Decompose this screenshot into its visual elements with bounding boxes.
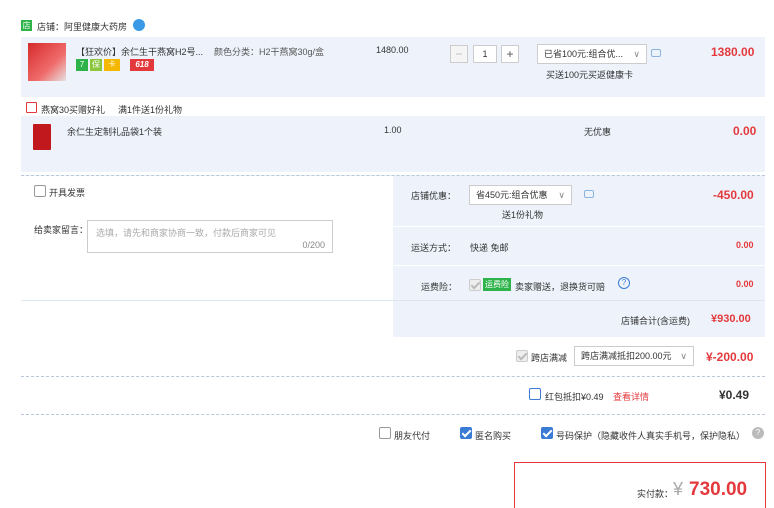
qty-input[interactable]: 1 bbox=[473, 45, 497, 63]
cross-store-checkbox bbox=[516, 350, 528, 362]
phone-protect-checkbox[interactable] bbox=[541, 427, 553, 439]
gift-bag-thumbnail[interactable] bbox=[33, 124, 51, 150]
gift-tag: 燕窝30买赠好礼 bbox=[41, 105, 106, 115]
insurance-label: 运费险： bbox=[421, 282, 458, 292]
618-badge: 618 bbox=[130, 59, 154, 71]
pay-box: 实付款： ¥ 730.00 bbox=[514, 462, 766, 508]
invoice-label: 开具发票 bbox=[49, 188, 86, 198]
store-name[interactable]: 店铺：阿里健康大药房 bbox=[37, 20, 127, 33]
item-promo-select[interactable]: 已省100元:组合优... ∨ bbox=[537, 44, 647, 64]
red-packet-row: 红包抵扣¥0.49 查看详情 ¥0.49 bbox=[21, 376, 765, 412]
store-icon: 店 bbox=[21, 20, 32, 31]
product-sku: 颜色分类：H2干燕窝30g/盒 bbox=[214, 47, 325, 57]
shop-discount-label: 店铺优惠： bbox=[411, 191, 457, 201]
cross-store-select[interactable]: 跨店满减抵扣200.00元 ∨ bbox=[574, 346, 694, 366]
shipping-value: 快递 免邮 bbox=[470, 243, 509, 253]
chevron-down-icon: ∨ bbox=[558, 190, 565, 200]
pay-label: 实付款： bbox=[637, 489, 674, 499]
item-total: 1380.00 bbox=[711, 45, 755, 59]
anonymous-label: 匿名购买 bbox=[475, 431, 512, 441]
shop-discount-amount: -450.00 bbox=[713, 188, 754, 202]
store-total-label: 店铺合计(含运费) bbox=[621, 316, 690, 326]
shipping-label: 运送方式： bbox=[411, 243, 457, 253]
options-row: 朋友代付 匿名购买 号码保护（隐藏收件人真实手机号，保护隐私） ? bbox=[21, 414, 765, 454]
message-input[interactable]: 选填，请先和商家协商一致，付款后商家可见 0/200 bbox=[87, 220, 333, 253]
pay-amount: 730.00 bbox=[689, 479, 748, 500]
promo-note: 买送100元买返健康卡 bbox=[546, 70, 634, 80]
item2-promo: 无优惠 bbox=[584, 127, 612, 137]
message-label: 给卖家留言： bbox=[34, 225, 89, 235]
seven-day-return-icon: 7 bbox=[76, 59, 88, 71]
insurance-text: 卖家赠送，退换货可赔 bbox=[515, 282, 606, 292]
red-packet-checkbox[interactable] bbox=[529, 388, 541, 400]
shop-discount-select[interactable]: 省450元:组合优惠 ∨ bbox=[469, 185, 572, 205]
friend-pay-label: 朋友代付 bbox=[394, 431, 431, 441]
gift-rule: 满1件送1份礼物 bbox=[118, 105, 183, 115]
insurance-checkbox bbox=[469, 279, 481, 291]
item2-title[interactable]: 余仁生定制礼品袋1个装 bbox=[67, 125, 162, 138]
item-row-1: 【狂欢价】余仁生干燕窝H2号... 颜色分类：H2干燕窝30g/盒 7 保 卡 … bbox=[21, 37, 765, 97]
message-counter: 0/200 bbox=[302, 240, 325, 250]
gift-icon bbox=[26, 102, 37, 113]
comment-icon[interactable] bbox=[584, 190, 594, 198]
cross-store-row: 跨店满减 跨店满减抵扣200.00元 ∨ ¥-200.00 bbox=[21, 342, 765, 372]
message-placeholder: 选填，请先和商家协商一致，付款后商家可见 bbox=[96, 228, 277, 238]
cross-store-amount: ¥-200.00 bbox=[706, 350, 754, 364]
card-icon: 卡 bbox=[104, 59, 120, 71]
red-packet-amount: ¥0.49 bbox=[719, 388, 750, 402]
insurance-amount: 0.00 bbox=[736, 279, 754, 289]
guarantee-icon: 保 bbox=[90, 59, 102, 71]
cross-store-label: 跨店满减 bbox=[531, 353, 568, 363]
anonymous-checkbox[interactable] bbox=[460, 427, 472, 439]
help-icon[interactable]: ? bbox=[752, 427, 764, 439]
chat-icon[interactable] bbox=[133, 19, 145, 31]
item2-price: 1.00 bbox=[384, 125, 402, 135]
order-details-panel: 开具发票 给卖家留言： 选填，请先和商家协商一致，付款后商家可见 0/200 店… bbox=[21, 175, 765, 338]
qty-minus-button[interactable]: − bbox=[450, 45, 468, 63]
pay-currency: ¥ bbox=[673, 479, 684, 499]
shop-discount-note: 送1份礼物 bbox=[502, 210, 544, 220]
friend-pay-checkbox[interactable] bbox=[379, 427, 391, 439]
qty-plus-button[interactable]: + bbox=[501, 45, 519, 63]
item-row-2: 余仁生定制礼品袋1个装 1.00 无优惠 0.00 bbox=[21, 116, 765, 172]
item2-total: 0.00 bbox=[733, 124, 757, 138]
right-area: 店铺优惠： 省450元:组合优惠 ∨ 送1份礼物 -450.00 运送方式： 快… bbox=[393, 176, 765, 300]
product-thumbnail[interactable] bbox=[28, 43, 66, 81]
comment-icon[interactable] bbox=[651, 49, 661, 57]
store-total-amount: ¥930.00 bbox=[711, 313, 751, 325]
invoice-checkbox[interactable] bbox=[34, 185, 46, 197]
chevron-down-icon: ∨ bbox=[680, 351, 687, 361]
phone-protect-label: 号码保护（隐藏收件人真实手机号，保护隐私） bbox=[556, 431, 746, 441]
red-packet-details-link[interactable]: 查看详情 bbox=[613, 390, 649, 403]
store-total-bar: 店铺合计(含运费) ¥930.00 bbox=[21, 300, 765, 338]
product-title[interactable]: 【狂欢价】余仁生干燕窝H2号... bbox=[76, 45, 203, 58]
help-icon[interactable]: ? bbox=[618, 277, 630, 289]
red-packet-label: 红包抵扣¥0.49 bbox=[545, 392, 604, 402]
insurance-badge: 运费险 bbox=[483, 278, 511, 291]
insurance-divider bbox=[393, 265, 765, 266]
shipping-divider bbox=[393, 226, 765, 227]
chevron-down-icon: ∨ bbox=[633, 49, 640, 59]
shipping-amount: 0.00 bbox=[736, 240, 754, 250]
unit-price: 1480.00 bbox=[376, 45, 409, 55]
